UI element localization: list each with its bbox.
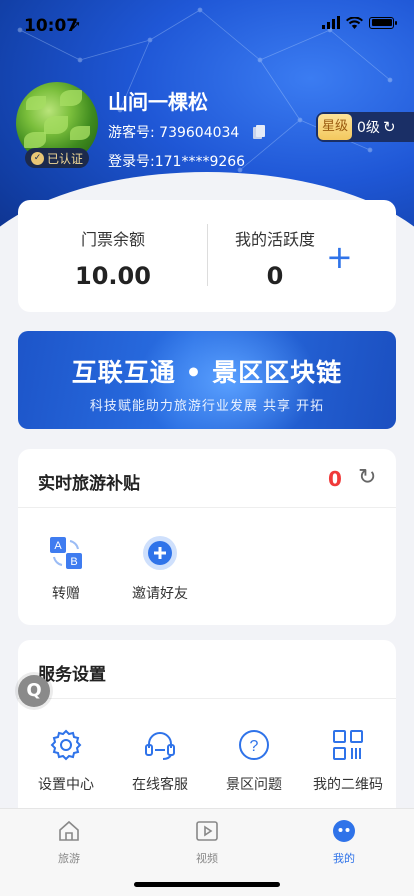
settings-center-button[interactable]: 设置中心 [26, 728, 106, 794]
headset-icon [145, 732, 175, 760]
invite-friends-label: 邀请好友 [132, 586, 188, 602]
copy-icon[interactable] [253, 125, 266, 139]
floating-assistant-button[interactable]: Q [18, 675, 50, 707]
tab-mine[interactable]: 我的 [314, 819, 374, 866]
level-badge[interactable]: 星级 0级 ↻ [316, 112, 414, 142]
question-icon: ? [239, 730, 269, 760]
home-indicator [134, 882, 280, 887]
verified-check-icon: ✓ [31, 151, 44, 165]
transfer-button[interactable]: A B 转赠 [26, 535, 106, 603]
star-level-label: 星级 [318, 114, 353, 140]
transfer-ab-icon: A B [50, 537, 82, 569]
my-qrcode-label: 我的二维码 [313, 777, 383, 793]
user-name: 山间一棵松 [108, 90, 208, 114]
ticket-balance[interactable]: 门票余额 10.00 [58, 226, 168, 290]
status-time: 10:07 [24, 16, 79, 36]
tab-video[interactable]: 视频 [177, 819, 237, 866]
subsidy-card: 实时旅游补贴 0 ↻ A B 转赠 邀请好友 [18, 449, 396, 625]
activity-label: 我的活跃度 [234, 230, 315, 249]
scenic-questions-button[interactable]: ? 景区问题 [214, 728, 294, 794]
online-service-button[interactable]: 在线客服 [120, 728, 200, 794]
status-bar: 10:07 ➚ [0, 0, 414, 48]
refresh-icon[interactable]: ↻ [383, 118, 396, 136]
tab-travel[interactable]: 旅游 [39, 819, 99, 866]
svg-text:B: B [70, 556, 77, 568]
divider [18, 507, 396, 508]
add-activity-button[interactable]: + [326, 238, 353, 276]
battery-icon [369, 16, 397, 29]
level-value: 0级 [357, 120, 380, 136]
online-service-label: 在线客服 [132, 777, 188, 793]
refresh-icon[interactable]: ↻ [358, 465, 376, 490]
ticket-balance-value: 10.00 [75, 262, 151, 290]
banner-subtitle: 科技赋能助力旅游行业发展 共享 开拓 [89, 399, 325, 414]
login-id: 登录号:171****9266 [108, 154, 246, 170]
service-title: 服务设置 [38, 665, 106, 685]
divider [18, 698, 396, 699]
subsidy-count: 0 [328, 467, 342, 491]
verified-badge: ✓ 已认证 [25, 148, 90, 168]
tab-travel-label: 旅游 [58, 852, 80, 865]
visitor-id: 游客号: 739604034 [108, 125, 240, 141]
blockchain-banner[interactable]: 互联互通 • 景区区块链 科技赋能助力旅游行业发展 共享 开拓 [18, 331, 396, 429]
settings-center-label: 设置中心 [38, 777, 94, 793]
invite-friends-button[interactable]: 邀请好友 [120, 535, 200, 603]
my-qrcode-button[interactable]: 我的二维码 [308, 728, 388, 794]
scenic-questions-label: 景区问题 [226, 777, 282, 793]
stats-card: 门票余额 10.00 我的活跃度 0 + [18, 200, 396, 312]
video-icon [196, 821, 218, 841]
profile-icon [333, 820, 355, 842]
stats-divider [207, 224, 208, 286]
verified-label: 已认证 [47, 151, 84, 166]
svg-text:A: A [54, 540, 62, 552]
activity[interactable]: 我的活跃度 0 [220, 226, 330, 290]
tab-mine-label: 我的 [333, 852, 355, 865]
signal-icon [322, 16, 340, 29]
wifi-icon [346, 16, 363, 29]
gear-icon [50, 729, 82, 761]
visitor-id-row: 游客号: 739604034 [108, 122, 266, 142]
banner-title: 互联互通 • 景区区块链 [71, 358, 343, 387]
service-card: 服务设置 设置中心 在线客服 ? 景区问题 我的二维码 [18, 640, 396, 820]
activity-value: 0 [266, 262, 284, 290]
subsidy-title: 实时旅游补贴 [38, 474, 140, 494]
transfer-label: 转赠 [52, 586, 80, 602]
invite-plus-icon [143, 536, 177, 570]
qrcode-icon [333, 730, 363, 760]
svg-text:?: ? [250, 738, 259, 755]
tab-video-label: 视频 [196, 852, 218, 865]
location-arrow-icon: ➚ [71, 18, 82, 32]
ticket-balance-label: 门票余额 [80, 230, 145, 249]
home-icon [59, 820, 79, 841]
